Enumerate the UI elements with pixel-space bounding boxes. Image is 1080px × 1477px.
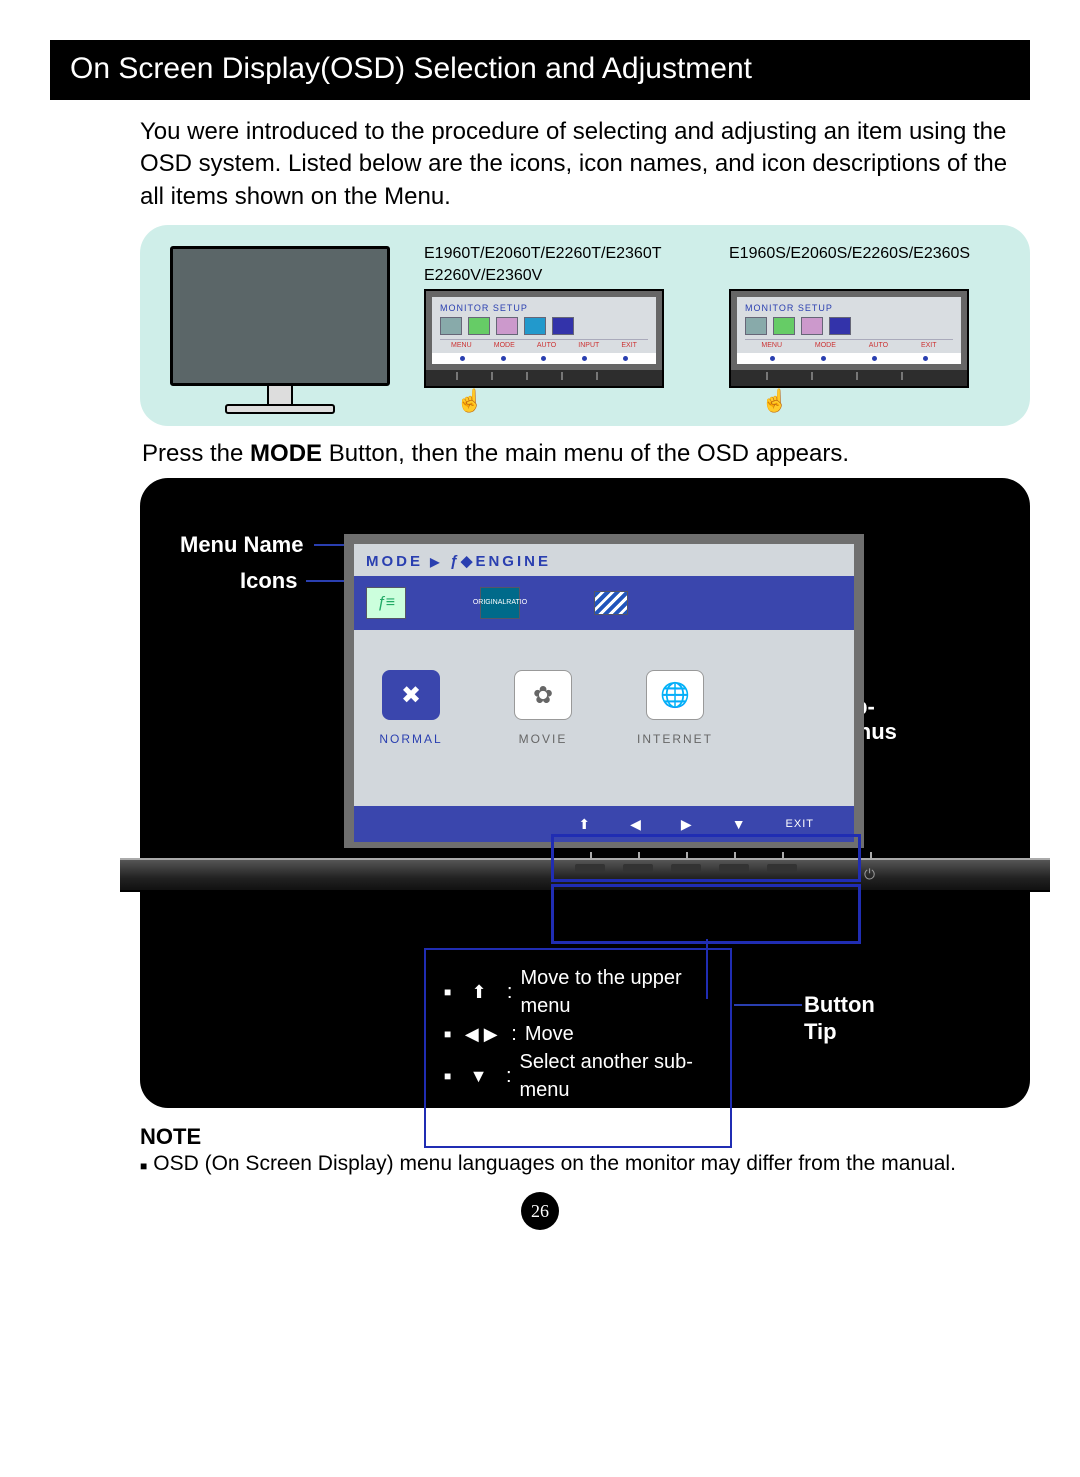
models-panel: E1960T/E2060T/E2260T/E2360T E2260V/E2360… [140, 225, 1030, 426]
submenu-normal[interactable]: ✖ NORMAL [366, 670, 456, 746]
pointing-hand-icon: ☝ [424, 388, 695, 414]
osd-window: MODE ▶ ƒ◆ENGINE ƒ≡ ORIGINALRATIO ✖ NORMA… [344, 534, 864, 848]
intro-text: You were introduced to the procedure of … [50, 102, 1030, 225]
tip-move: Move [525, 1020, 574, 1048]
internet-icon: 🌐 [646, 670, 704, 720]
mini-osd-header-s: MONITOR SETUP [745, 303, 953, 313]
mini-btn-menu: MENU [451, 342, 472, 349]
submenu-movie-label: MOVIE [498, 732, 588, 746]
power-icon[interactable]: ⏻ [864, 866, 875, 883]
submenu-normal-label: NORMAL [366, 732, 456, 746]
label-menu-name: Menu Name [180, 532, 303, 558]
submenu-movie[interactable]: ✿ MOVIE [498, 670, 588, 746]
note-text: OSD (On Screen Display) menu languages o… [153, 1152, 956, 1180]
mini-osd-s: MONITOR SETUP MENU MODE AUTO EXIT [729, 289, 969, 388]
highlight-osd-bar [551, 834, 861, 882]
left-right-arrow-icon: ◀ ▶ [459, 1022, 503, 1047]
model-label-s1: E1960S/E2060S/E2260S/E2360S [729, 245, 1000, 263]
osd-nav-down-icon[interactable]: ▼ [732, 816, 746, 832]
down-arrow-icon: ▼ [459, 1064, 498, 1089]
mini-osd-header: MONITOR SETUP [440, 303, 648, 313]
osd-submenus: ✖ NORMAL ✿ MOVIE 🌐 INTERNET [354, 630, 854, 806]
mini-btn-mode: MODE [494, 342, 515, 349]
normal-icon: ✖ [382, 670, 440, 720]
model-column-t: E1960T/E2060T/E2260T/E2360T E2260V/E2360… [424, 245, 695, 414]
tab-fengine-icon[interactable]: ƒ≡ [366, 587, 406, 619]
osd-exit-label[interactable]: EXIT [786, 818, 814, 830]
label-icons: Icons [240, 568, 297, 594]
osd-nav-up-icon[interactable]: ⬆ [578, 816, 590, 833]
highlight-phys-bar [551, 884, 861, 944]
submenu-internet[interactable]: 🌐 INTERNET [630, 670, 720, 746]
osd-tab-row: ƒ≡ ORIGINALRATIO [354, 576, 854, 630]
page-title: On Screen Display(OSD) Selection and Adj… [50, 40, 1030, 102]
exit-tip-label: EXIT [459, 1107, 503, 1129]
osd-nav-right-icon[interactable]: ▶ [681, 816, 692, 833]
label-button-tip: Button Tip [804, 992, 875, 1045]
model-column-s: E1960S/E2060S/E2260S/E2360S . MONITOR SE… [729, 245, 1000, 414]
osd-title: MODE ▶ ƒ◆ENGINE [354, 544, 854, 576]
mini-btn-menu-s: MENU [761, 342, 782, 349]
press-mode-instruction: Press the MODE Button, then the main men… [50, 426, 1030, 478]
mini-btn-exit: EXIT [621, 342, 637, 349]
submenu-internet-label: INTERNET [630, 732, 720, 746]
mini-btn-exit-s: EXIT [921, 342, 937, 349]
tip-up: Move to the upper menu [520, 964, 716, 1020]
movie-icon: ✿ [514, 670, 572, 720]
tip-down: Select another sub-menu [520, 1048, 717, 1104]
mini-btn-mode-s: MODE [815, 342, 836, 349]
tip-exit: Exit [525, 1104, 558, 1132]
main-osd-panel: Menu Name Icons Sub- menus MODE ▶ ƒ◆ENGI… [140, 478, 1030, 1108]
monitor-illustration [170, 246, 390, 414]
model-label-t2: E2260V/E2360V [424, 267, 695, 285]
up-arrow-icon: ⬆ [459, 980, 499, 1005]
model-label-t1: E1960T/E2060T/E2260T/E2360T [424, 245, 695, 263]
page: On Screen Display(OSD) Selection and Adj… [0, 0, 1080, 1260]
mini-btn-auto-s: AUTO [869, 342, 888, 349]
mini-btn-auto: AUTO [537, 342, 556, 349]
button-tips-box: ■⬆: Move to the upper menu ■◀ ▶: Move ■▼… [424, 948, 732, 1148]
mini-osd-t: MONITOR SETUP MENU MODE AUTO INPUT EXIT [424, 289, 664, 388]
page-number: 26 [521, 1192, 559, 1230]
tab-ratio-icon[interactable]: ORIGINALRATIO [480, 587, 520, 619]
pointing-hand-icon: ☝ [729, 388, 1000, 414]
tab-photo-icon[interactable] [594, 591, 628, 615]
osd-nav-left-icon[interactable]: ◀ [630, 816, 641, 833]
mini-btn-input: INPUT [578, 342, 599, 349]
